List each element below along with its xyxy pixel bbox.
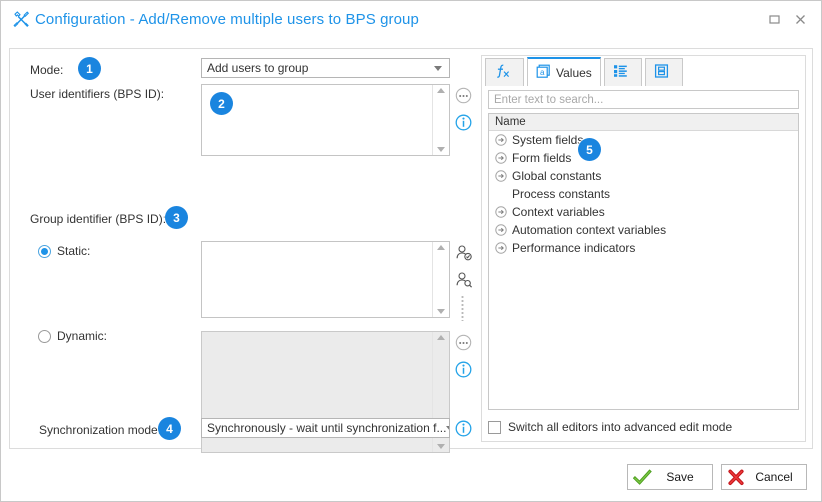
cancel-button[interactable]: Cancel — [721, 464, 807, 490]
mode-dropdown-value: Add users to group — [207, 61, 309, 75]
synchronization-mode-value: Synchronously - wait until synchronizati… — [207, 421, 447, 435]
chevron-down-icon — [434, 65, 442, 71]
scroll-up-icon[interactable] — [437, 335, 445, 340]
static-scrollbar[interactable] — [432, 242, 449, 317]
step-badge-5: 5 — [578, 138, 601, 161]
tab-values-label: Values — [556, 65, 592, 80]
expand-arrow-icon[interactable] — [495, 170, 507, 182]
user-identifiers-input[interactable]: 2 — [201, 84, 450, 156]
user-identifiers-scrollbar[interactable] — [432, 85, 449, 155]
step-badge-2: 2 — [210, 92, 233, 115]
tree-item-process-constants[interactable]: Process constants — [489, 185, 798, 203]
save-button[interactable]: Save — [627, 464, 713, 490]
green-check-icon — [630, 468, 654, 486]
scroll-down-icon[interactable] — [437, 309, 445, 314]
user-identifiers-info-icon[interactable] — [454, 113, 473, 132]
dynamic-label: Dynamic: — [57, 329, 108, 343]
tab-function[interactable] — [485, 58, 524, 86]
synchronization-mode-label: Synchronization mode: — [39, 423, 162, 437]
save-button-label: Save — [666, 470, 694, 484]
content-panel: Mode: 1 Add users to group User identifi… — [9, 48, 813, 453]
advanced-edit-mode-checkbox[interactable]: Switch all editors into advanced edit mo… — [488, 420, 732, 434]
tree-item-label: Global constants — [512, 169, 602, 183]
tab-values[interactable]: a Values — [527, 57, 601, 86]
dynamic-info-icon[interactable] — [454, 360, 473, 379]
static-label: Static: — [57, 244, 91, 258]
synchronization-mode-info-icon[interactable] — [454, 419, 473, 438]
list-grid-icon — [613, 64, 628, 81]
step-badge-4: 4 — [158, 417, 181, 440]
tree-column-header-name: Name — [489, 114, 798, 131]
group-identifier-label: Group identifier (BPS ID): — [30, 212, 167, 226]
mode-dropdown[interactable]: Add users to group — [201, 58, 450, 78]
scroll-down-icon[interactable] — [437, 444, 445, 449]
tree-item-global-constants[interactable]: Global constants — [489, 167, 798, 185]
step-badge-1: 1 — [78, 57, 101, 80]
values-tabstrip: a Values — [482, 56, 805, 86]
radio-dot-dynamic — [38, 329, 51, 343]
tree-item-label: Context variables — [512, 205, 605, 219]
function-fx-icon — [494, 64, 510, 81]
tree-item-label: System fields — [512, 133, 584, 147]
search-input[interactable]: Enter text to search... — [488, 90, 799, 109]
scroll-down-icon[interactable] — [437, 147, 445, 152]
expand-arrow-icon[interactable] — [495, 206, 507, 218]
search-placeholder: Enter text to search... — [494, 93, 604, 106]
user-identifiers-ellipsis-icon[interactable] — [454, 86, 473, 105]
tree-item-label: Automation context variables — [512, 223, 667, 237]
maximize-icon[interactable] — [763, 9, 785, 31]
expand-arrow-icon[interactable] — [495, 152, 507, 164]
svg-text:a: a — [540, 68, 545, 77]
tree-item-label: Process constants — [512, 187, 611, 201]
red-cross-icon — [724, 469, 748, 486]
configuration-dialog: Configuration - Add/Remove multiple user… — [0, 0, 822, 502]
panel-splitter[interactable] — [461, 295, 464, 321]
tools-icon — [12, 11, 30, 29]
tree-item-form-fields[interactable]: Form fields — [489, 149, 798, 167]
values-panel: a Values Enter text to search... Name 5 … — [481, 55, 806, 442]
form-layout-icon — [654, 64, 669, 81]
tab-list[interactable] — [603, 58, 642, 86]
close-icon[interactable] — [789, 9, 811, 31]
mode-label: Mode: — [30, 63, 64, 77]
tab-form[interactable] — [644, 58, 683, 86]
values-tree: Name 5 System fields Form fields Global … — [488, 113, 799, 410]
tree-item-context-variables[interactable]: Context variables — [489, 203, 798, 221]
checkbox-box[interactable] — [488, 420, 501, 434]
advanced-edit-mode-label: Switch all editors into advanced edit mo… — [508, 420, 733, 434]
radio-dot-static — [38, 244, 51, 258]
window-controls — [763, 9, 811, 31]
cancel-button-label: Cancel — [755, 470, 793, 484]
tree-item-label: Performance indicators — [512, 241, 636, 255]
step-badge-3: 3 — [165, 206, 188, 229]
dynamic-radio[interactable]: Dynamic: — [38, 329, 107, 343]
user-check-icon[interactable] — [454, 243, 473, 262]
tree-item-label: Form fields — [512, 151, 572, 165]
synchronization-mode-dropdown[interactable]: Synchronously - wait until synchronizati… — [201, 418, 450, 438]
expand-arrow-icon[interactable] — [495, 134, 507, 146]
values-document-icon: a — [536, 64, 551, 82]
expand-arrow-icon[interactable] — [495, 242, 507, 254]
user-search-icon[interactable] — [454, 270, 473, 289]
dynamic-ellipsis-icon[interactable] — [454, 333, 473, 352]
dialog-footer: Save Cancel — [1, 453, 821, 501]
tree-item-automation-context-variables[interactable]: Automation context variables — [489, 221, 798, 239]
window-title: Configuration - Add/Remove multiple user… — [35, 11, 419, 28]
tree-item-system-fields[interactable]: System fields — [489, 131, 798, 149]
static-input[interactable] — [201, 241, 450, 318]
form-pane: Mode: 1 Add users to group User identifi… — [10, 49, 476, 453]
expand-arrow-icon[interactable] — [495, 224, 507, 236]
scroll-up-icon[interactable] — [437, 88, 445, 93]
static-radio[interactable]: Static: — [38, 244, 90, 258]
scroll-up-icon[interactable] — [437, 245, 445, 250]
tree-item-performance-indicators[interactable]: Performance indicators — [489, 239, 798, 257]
titlebar: Configuration - Add/Remove multiple user… — [1, 1, 821, 38]
user-identifiers-label: User identifiers (BPS ID): — [30, 87, 165, 101]
chevron-down-icon — [446, 425, 449, 431]
